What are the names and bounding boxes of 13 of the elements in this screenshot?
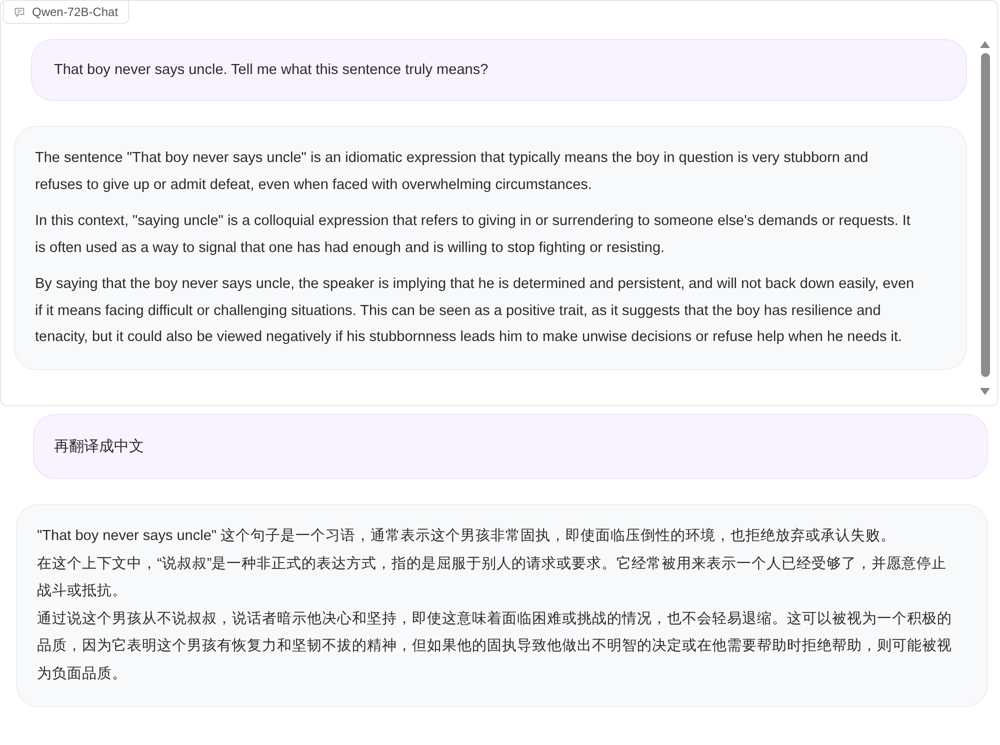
message-text: In this context, "saying uncle" is a colloquial expression that refers to giving in or surrendering to someone else's demands or requests. It is often used as a way to signal that one has had enough and is willing to stop fighting or resisting.	[35, 212, 912, 258]
message-text: By saying that the boy never says uncle, the speaker is implying that he is determined and persistent, and will not back down easily, even if it means facing difficult or challenging situations. This can be seen as a positive trait, as it suggests that the boy has resilience and tenacity, but it could also be viewed negatively if his stubbornness leads him to make unwise decisions or refuse help when he needs it.	[35, 275, 916, 347]
message-text: The sentence "That boy never says uncle" is an idiomatic expression that typically means the boy in question is very stubborn and refuses to give up or admit defeat, even when faced with overwhelming circumstances.	[35, 149, 870, 194]
chatbot-title: Qwen-72B-Chat	[32, 5, 118, 19]
message-text: That boy never says uncle. Tell me what this sentence truly means?	[54, 62, 490, 78]
message-text: 在这个上下文中，“说叔叔”是一种非正式的表达方式，指的是屈服于别人的请求或要求。它经常被用来表示一个人已经受够了，并愿意停止战斗或抵抗。	[37, 554, 948, 601]
message-text: "That boy never says uncle" 这个句子是一个习语，通常表示这个男孩非常固执，即使面临压倒性的环境，也拒绝放弃或承认失败。	[37, 526, 897, 546]
message-text: 再翻译成中文	[54, 437, 145, 456]
scroll-up-icon[interactable]	[980, 41, 990, 48]
chat-icon	[14, 6, 25, 18]
message-text: 通过说这个男孩从不说叔叔，说话者暗示他决心和坚持，即使这意味着面临困难或挑战的情况，也不会轻易退缩。这可以被视为一个积极的品质，因为它表明这个男孩有恢复力和坚韧不拔的精神，但如果他的固执导致他做出不明智的决定或在他需要帮助时拒绝帮助，则可能被视为负面品质。	[37, 610, 953, 684]
scrollbar-thumb[interactable]	[980, 53, 990, 377]
scroll-down-icon[interactable]	[980, 388, 990, 395]
